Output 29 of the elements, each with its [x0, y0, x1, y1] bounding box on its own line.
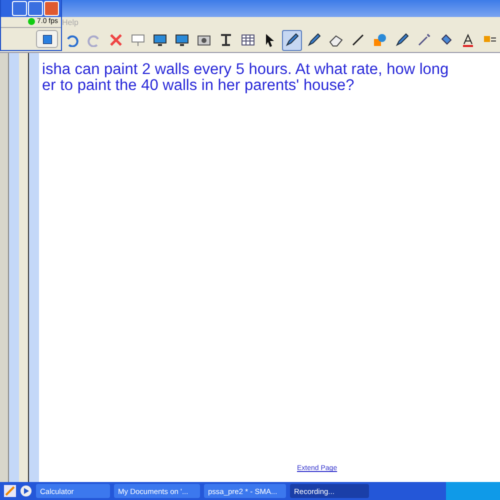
minimize-button[interactable] — [12, 0, 27, 16]
scrollbar[interactable] — [9, 53, 19, 482]
table-icon — [240, 33, 255, 47]
system-tray — [446, 482, 500, 500]
stop-button[interactable] — [36, 30, 58, 48]
status-dot — [28, 18, 35, 26]
stop-icon — [42, 34, 52, 44]
question-text: isha can paint 2 walls every 5 hours. At what rate, how long — [42, 62, 450, 78]
wand-icon — [417, 33, 432, 47]
line-icon — [351, 33, 366, 47]
text-icon — [461, 33, 476, 47]
monitor-icon — [174, 33, 189, 47]
redo-icon — [86, 33, 101, 47]
close-button[interactable] — [44, 0, 59, 16]
shapes-icon — [373, 33, 388, 47]
maximize-button[interactable] — [28, 0, 43, 16]
media-player-icon[interactable] — [20, 485, 32, 497]
tool-button[interactable] — [282, 30, 302, 50]
screen-icon — [130, 33, 145, 47]
pen-icon — [284, 33, 299, 47]
camera-icon — [196, 33, 211, 47]
undo-icon — [64, 33, 79, 47]
monitor-icon — [152, 33, 167, 47]
question-text: er to paint the 40 walls in her parents' house? — [42, 78, 356, 94]
pen-icon — [307, 33, 322, 47]
scrollbar[interactable] — [29, 53, 39, 482]
delete-icon — [108, 33, 123, 47]
pen-icon — [395, 33, 410, 47]
eraser-icon — [329, 33, 344, 47]
